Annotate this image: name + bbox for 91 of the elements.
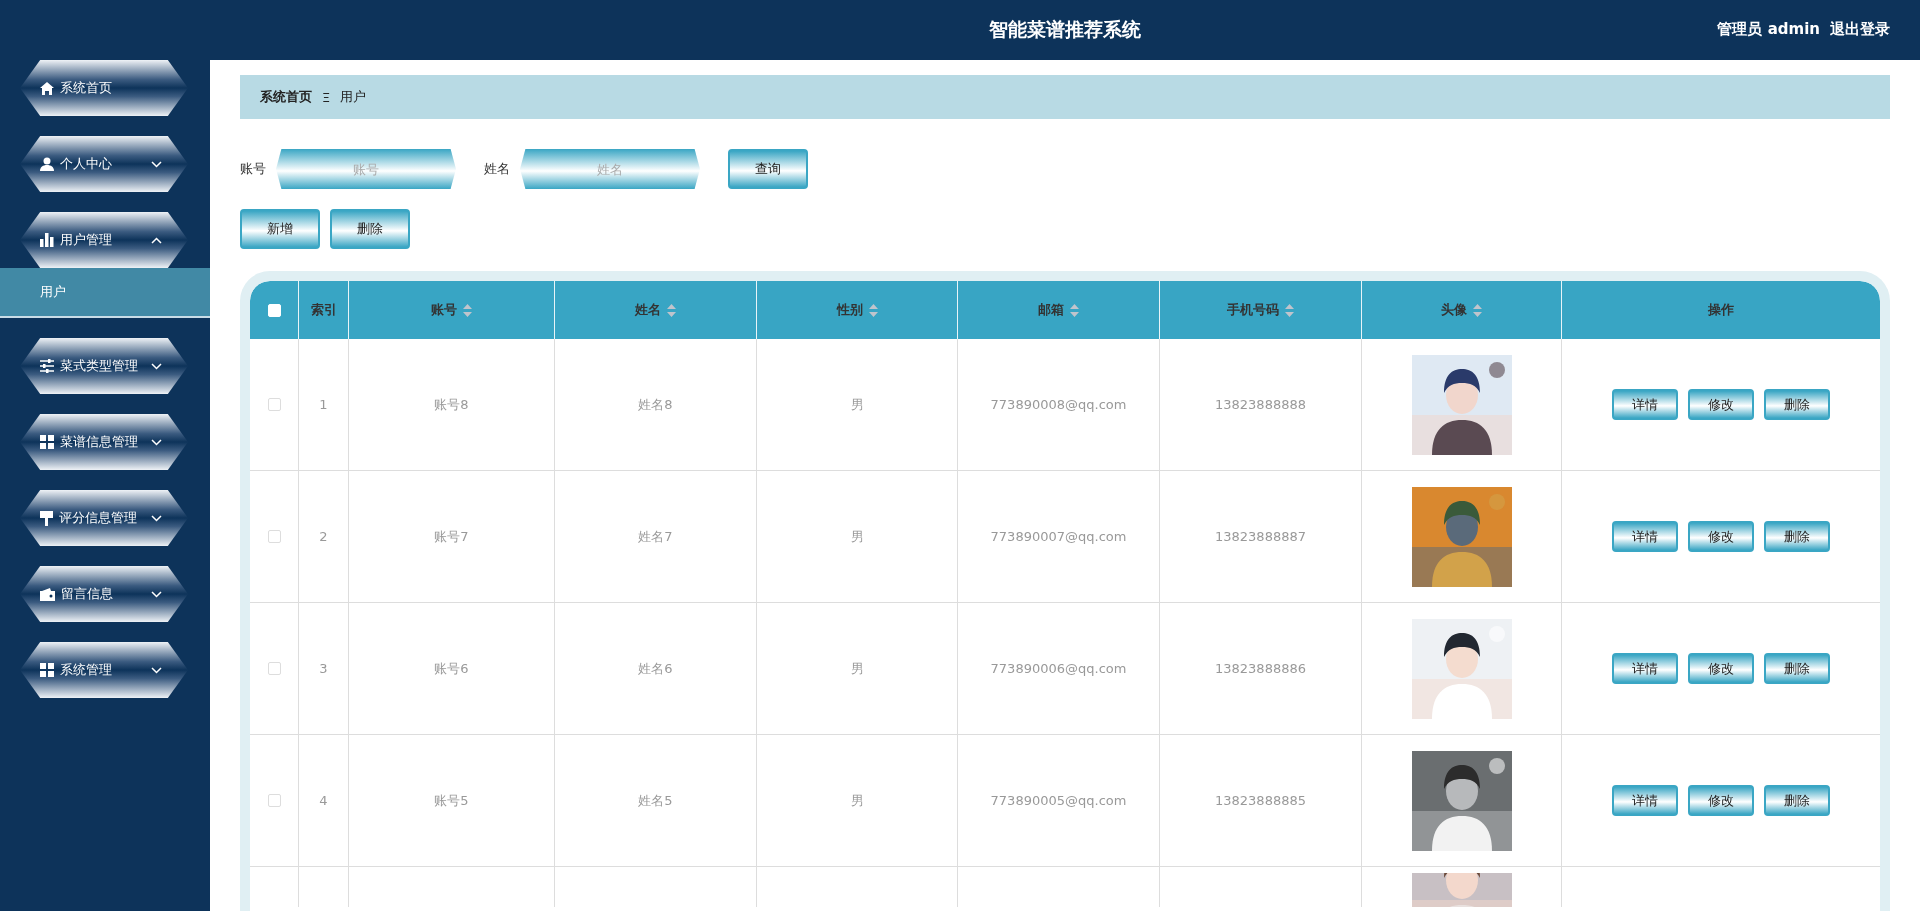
table-cell: 4 [299, 735, 349, 867]
search-label: 姓名 [484, 160, 510, 178]
table-cell: 账号5 [349, 735, 555, 867]
table-cell: 男 [757, 735, 958, 867]
row-checkbox[interactable] [267, 398, 281, 411]
detail-button[interactable]: 详情 [1612, 521, 1678, 552]
sidebar-menu-item[interactable]: 个人中心 [20, 136, 188, 192]
column-header[interactable]: 账号 [349, 281, 555, 339]
sort-icon[interactable] [1473, 303, 1482, 317]
query-button[interactable]: 查询 [728, 149, 808, 189]
table-cell: 男 [757, 471, 958, 603]
table-cell: 13823888888 [1160, 339, 1362, 471]
table-cell: 账号8 [349, 339, 555, 471]
table-cell: 账号6 [349, 603, 555, 735]
column-title: 头像 [1441, 301, 1467, 319]
detail-button[interactable]: 详情 [1612, 389, 1678, 420]
table-cell: 姓名7 [555, 471, 757, 603]
column-header: 索引 [299, 281, 349, 339]
row-checkbox[interactable] [267, 662, 281, 675]
brush-icon [40, 510, 53, 526]
edit-button[interactable]: 修改 [1688, 785, 1754, 816]
delete-button[interactable]: 删除 [1764, 653, 1830, 684]
sidebar-menu-item[interactable]: 系统管理 [20, 642, 188, 698]
table-cell: 773890006@qq.com [958, 603, 1160, 735]
column-header: 操作 [1562, 281, 1880, 339]
logout-link[interactable]: 退出登录 [1830, 20, 1890, 39]
sort-icon[interactable] [868, 303, 878, 317]
table-cell: 773890005@qq.com [958, 735, 1160, 867]
table-cell: 账号7 [349, 471, 555, 603]
breadcrumb-home-link[interactable]: 系统首页 [260, 88, 312, 106]
select-all-checkbox[interactable] [267, 303, 281, 317]
table-cell: 1 [299, 339, 349, 471]
sidebar-submenu-item[interactable]: 用户 [0, 268, 210, 318]
admin-user-label: 管理员 admin [1717, 20, 1820, 39]
table-cell: 男 [757, 339, 958, 471]
column-title: 姓名 [635, 301, 661, 319]
breadcrumb-current: 用户 [340, 88, 367, 106]
table-cell: 773890007@qq.com [958, 471, 1160, 603]
column-header[interactable]: 手机号码 [1160, 281, 1362, 339]
sidebar-menu-item[interactable]: 系统首页 [20, 60, 188, 116]
column-header[interactable]: 邮箱 [958, 281, 1160, 339]
sort-icon[interactable] [667, 303, 676, 317]
bar-chart-icon [40, 233, 54, 247]
sort-icon[interactable] [463, 303, 472, 317]
column-header[interactable]: 头像 [1362, 281, 1562, 339]
table-cell: 3 [299, 603, 349, 735]
table-cell: 姓名5 [555, 735, 757, 867]
table-cell: 姓名8 [555, 339, 757, 471]
home-icon [40, 81, 54, 95]
delete-button[interactable]: 删除 [1764, 389, 1830, 420]
column-title: 性别 [836, 301, 863, 319]
table-cell: 男 [757, 603, 958, 735]
wallet-icon [40, 587, 55, 601]
table-cell: 13823888885 [1160, 735, 1362, 867]
sliders-icon [40, 359, 54, 373]
column-title: 手机号码 [1227, 301, 1279, 319]
sort-icon[interactable] [1285, 303, 1294, 317]
detail-button[interactable]: 详情 [1612, 653, 1678, 684]
table-cell: 姓名6 [555, 603, 757, 735]
sidebar-menu-item[interactable]: 留言信息 [20, 566, 188, 622]
column-header[interactable]: 性别 [757, 281, 958, 339]
add-button[interactable]: 新增 [240, 209, 320, 249]
table-cell: 2 [299, 471, 349, 603]
table-cell: 773890008@qq.com [958, 339, 1160, 471]
grid-icon [40, 663, 54, 677]
search-label: 账号 [240, 160, 266, 178]
edit-button[interactable]: 修改 [1688, 521, 1754, 552]
row-checkbox[interactable] [267, 794, 281, 807]
table-cell: 13823888887 [1160, 471, 1362, 603]
search-field[interactable]: 账号 [276, 149, 456, 189]
edit-button[interactable]: 修改 [1688, 389, 1754, 420]
delete-button[interactable]: 删除 [330, 209, 410, 249]
row-checkbox[interactable] [267, 530, 281, 543]
system-title: 智能菜谱推荐系统 [989, 17, 1141, 42]
table-cell: 13823888886 [1160, 603, 1362, 735]
sort-icon[interactable] [1070, 303, 1079, 317]
grid-icon [40, 435, 54, 449]
sidebar-menu-item[interactable]: 用户管理 [20, 212, 188, 268]
person-icon [40, 157, 54, 171]
column-header[interactable]: 姓名 [555, 281, 757, 339]
delete-button[interactable]: 删除 [1764, 785, 1830, 816]
sidebar-menu-item[interactable]: 菜谱信息管理 [20, 414, 188, 470]
breadcrumb-separator: Ξ [322, 89, 331, 105]
search-field[interactable]: 姓名 [520, 149, 700, 189]
column-title: 账号 [431, 301, 457, 319]
sidebar-menu-item[interactable]: 菜式类型管理 [20, 338, 188, 394]
sidebar-menu-item[interactable]: 评分信息管理 [20, 490, 188, 546]
edit-button[interactable]: 修改 [1688, 653, 1754, 684]
delete-button[interactable]: 删除 [1764, 521, 1830, 552]
detail-button[interactable]: 详情 [1612, 785, 1678, 816]
column-title: 邮箱 [1038, 301, 1064, 319]
